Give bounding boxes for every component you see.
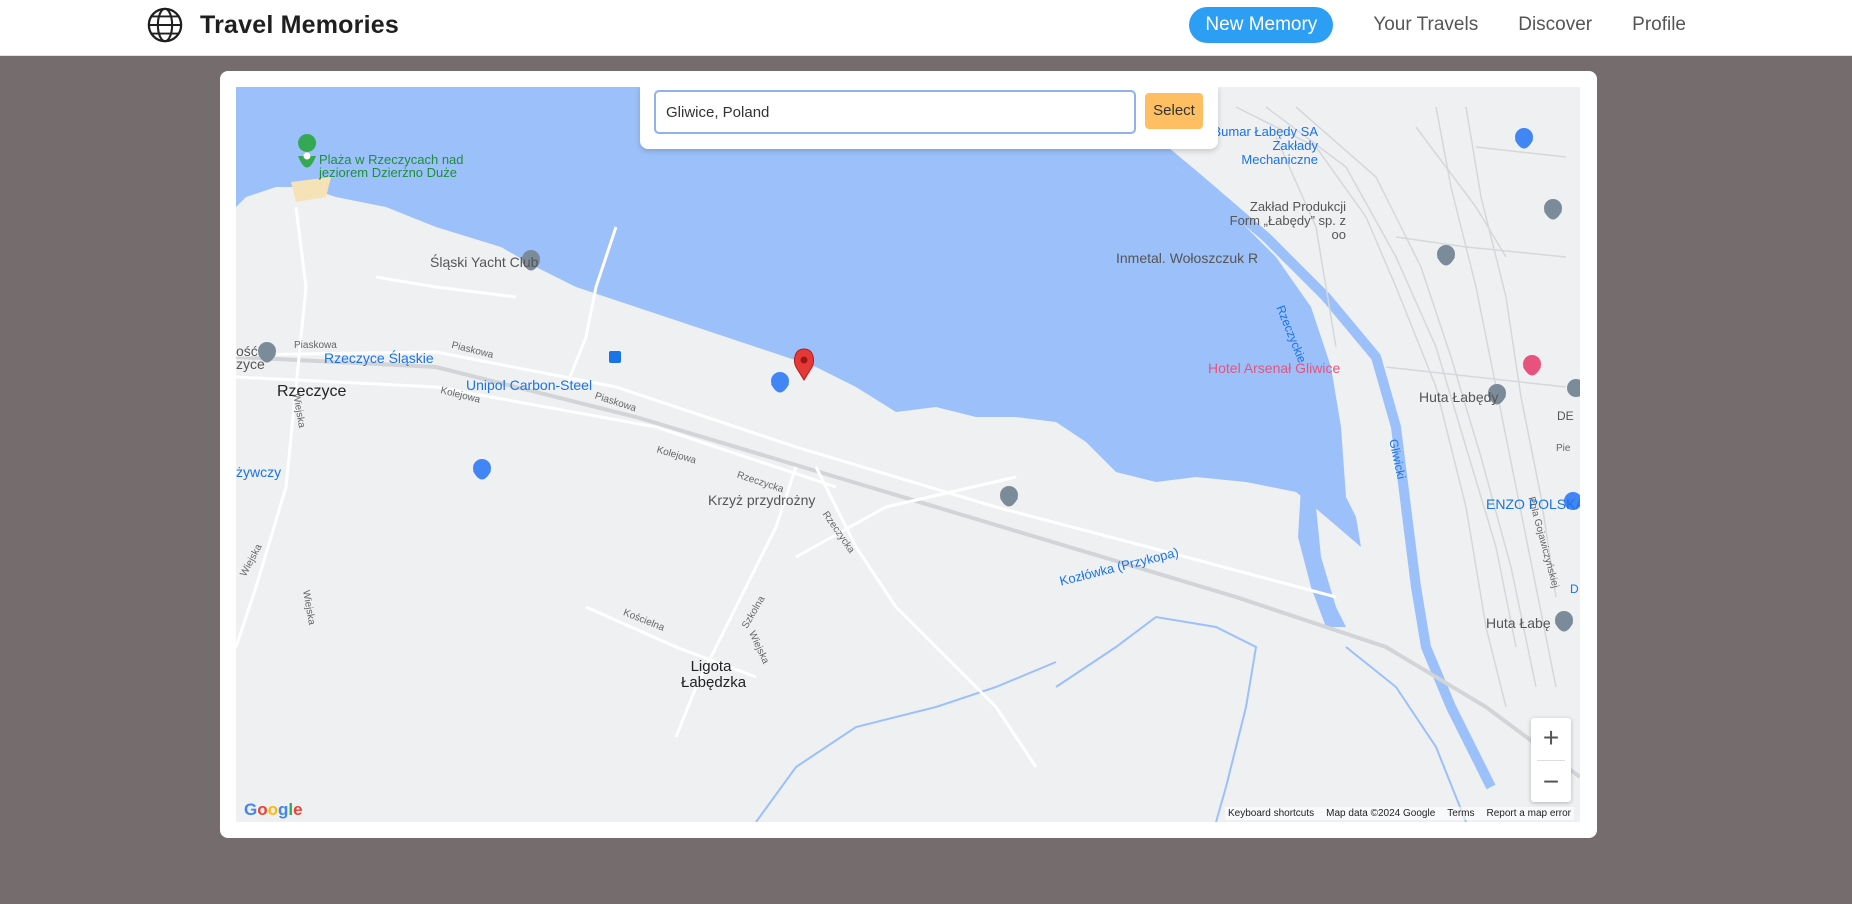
map-label-huta-2[interactable]: Huta Łabę bbox=[1486, 615, 1551, 631]
new-memory-button[interactable]: New Memory bbox=[1189, 7, 1334, 43]
road-label-piaskowa-1: Piaskowa bbox=[294, 340, 337, 351]
map-canvas bbox=[236, 87, 1580, 822]
nav-profile[interactable]: Profile bbox=[1632, 7, 1686, 43]
map-attribution: Keyboard shortcuts Map data ©2024 Google… bbox=[1224, 807, 1574, 820]
map-label-beach[interactable]: Plaża w Rzeczycach nad jeziorem Dzierżno… bbox=[319, 153, 469, 179]
road-label-pie: Pie bbox=[1556, 443, 1571, 454]
report-error-link[interactable]: Report a map error bbox=[1487, 808, 1571, 819]
selected-location-pin bbox=[794, 348, 814, 381]
map-label-zywczy[interactable]: żywczy bbox=[236, 464, 281, 480]
nav-your-travels[interactable]: Your Travels bbox=[1373, 7, 1478, 43]
map-label-zaklad[interactable]: Zakład Produkcji Form „Łabędy” sp. z oo bbox=[1221, 200, 1346, 242]
map-label-station[interactable]: Rzeczyce Śląskie bbox=[324, 350, 434, 366]
zoom-in-button[interactable]: + bbox=[1531, 718, 1571, 758]
map-label-zyce: zyce bbox=[236, 356, 265, 372]
map-label-huta[interactable]: Huta Łabędy bbox=[1419, 389, 1498, 405]
map-card: Plaża w Rzeczycach nad jeziorem Dzierżno… bbox=[220, 71, 1597, 838]
nav-discover[interactable]: Discover bbox=[1518, 7, 1592, 43]
zoom-divider bbox=[1537, 760, 1565, 761]
map-label-ligota: Ligota Łabędzka bbox=[681, 658, 747, 691]
terms-link[interactable]: Terms bbox=[1447, 808, 1474, 819]
zoom-controls: + − bbox=[1531, 718, 1571, 802]
google-logo[interactable]: Google bbox=[244, 800, 303, 820]
top-navbar: Travel Memories New Memory Your Travels … bbox=[0, 0, 1852, 56]
location-search-input[interactable] bbox=[654, 90, 1136, 134]
brand[interactable]: Travel Memories bbox=[146, 6, 399, 44]
map-label-town: Rzeczyce bbox=[277, 383, 347, 400]
map-label-de: DE bbox=[1557, 409, 1574, 423]
map-label-yacht-club[interactable]: Śląski Yacht Club bbox=[430, 254, 538, 270]
map-label-krzyz[interactable]: Krzyż przydrożny bbox=[708, 492, 815, 508]
nav-menu: New Memory Your Travels Discover Profile bbox=[1189, 7, 1686, 43]
map-label-unipol[interactable]: Unipol Carbon-Steel bbox=[466, 377, 592, 393]
zoom-out-button[interactable]: − bbox=[1531, 762, 1571, 802]
select-location-button[interactable]: Select bbox=[1145, 93, 1203, 129]
map-label-d: D bbox=[1570, 582, 1579, 596]
app-title: Travel Memories bbox=[200, 10, 399, 39]
map-label-hotel[interactable]: Hotel Arsenał Gliwice bbox=[1208, 360, 1340, 376]
location-search-panel: Select bbox=[640, 87, 1218, 149]
map-view[interactable]: Plaża w Rzeczycach nad jeziorem Dzierżno… bbox=[236, 87, 1580, 822]
globe-icon bbox=[147, 7, 183, 43]
map-label-inmetal[interactable]: Inmetal. Wołoszczuk R bbox=[1116, 250, 1258, 266]
keyboard-shortcuts-link[interactable]: Keyboard shortcuts bbox=[1228, 808, 1314, 819]
map-data-text: Map data ©2024 Google bbox=[1326, 808, 1436, 819]
